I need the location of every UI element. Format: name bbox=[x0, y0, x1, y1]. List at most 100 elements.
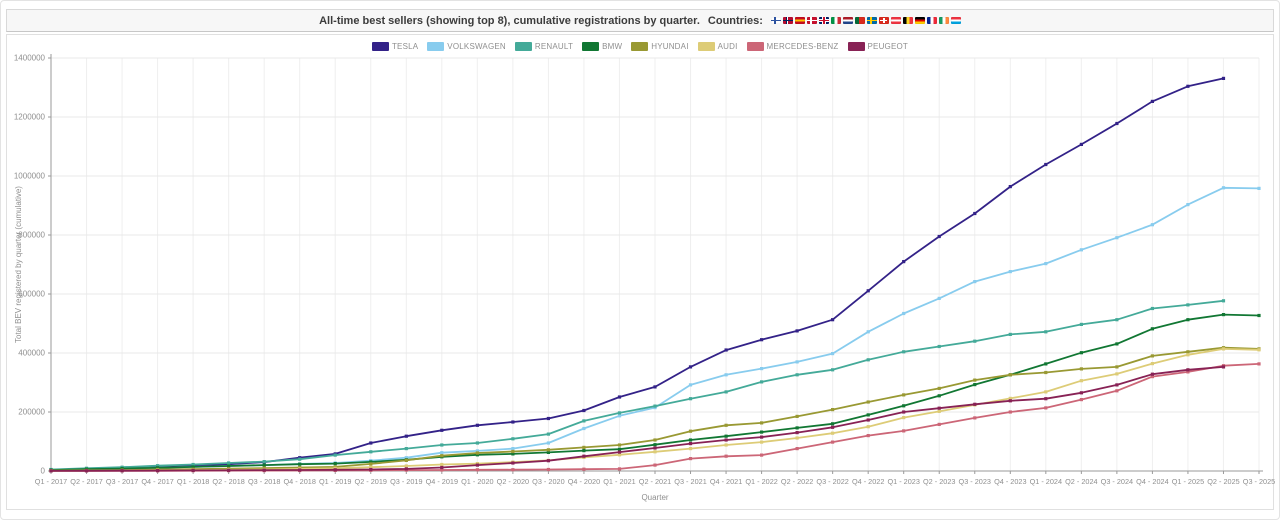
data-point[interactable] bbox=[1079, 398, 1083, 402]
data-point[interactable] bbox=[1008, 410, 1012, 414]
data-point[interactable] bbox=[760, 430, 764, 434]
data-point[interactable] bbox=[937, 386, 941, 390]
data-point[interactable] bbox=[1008, 332, 1012, 336]
data-point[interactable] bbox=[795, 431, 799, 435]
data-point[interactable] bbox=[973, 339, 977, 343]
data-point[interactable] bbox=[1008, 373, 1012, 377]
data-point[interactable] bbox=[688, 447, 693, 451]
data-point[interactable] bbox=[617, 447, 622, 451]
data-point[interactable] bbox=[760, 380, 764, 384]
data-point[interactable] bbox=[973, 383, 977, 387]
data-point[interactable] bbox=[1186, 203, 1190, 207]
data-point[interactable] bbox=[688, 442, 693, 446]
data-point[interactable] bbox=[1079, 367, 1083, 371]
data-point[interactable] bbox=[262, 463, 266, 467]
data-point[interactable] bbox=[84, 469, 89, 473]
data-point[interactable] bbox=[866, 330, 870, 334]
data-point[interactable] bbox=[511, 420, 515, 424]
data-point[interactable] bbox=[795, 436, 799, 440]
data-point[interactable] bbox=[582, 445, 586, 449]
data-point[interactable] bbox=[440, 454, 444, 458]
data-point[interactable] bbox=[227, 468, 231, 472]
data-point[interactable] bbox=[440, 465, 444, 470]
data-point[interactable] bbox=[120, 469, 124, 473]
data-point[interactable] bbox=[511, 447, 515, 451]
data-point[interactable] bbox=[724, 373, 728, 377]
data-point[interactable] bbox=[1044, 390, 1048, 394]
data-point[interactable] bbox=[1186, 353, 1190, 357]
data-point[interactable] bbox=[1079, 322, 1083, 326]
data-point[interactable] bbox=[1221, 313, 1226, 317]
data-point[interactable] bbox=[546, 467, 550, 472]
data-point[interactable] bbox=[475, 468, 479, 472]
data-point[interactable] bbox=[831, 422, 835, 426]
data-point[interactable] bbox=[760, 338, 764, 342]
data-point[interactable] bbox=[511, 437, 515, 441]
data-point[interactable] bbox=[546, 416, 550, 421]
data-point[interactable] bbox=[298, 457, 302, 461]
data-point[interactable] bbox=[440, 462, 444, 467]
data-point[interactable] bbox=[475, 423, 479, 427]
data-point[interactable] bbox=[1150, 99, 1154, 103]
data-point[interactable] bbox=[1044, 330, 1048, 334]
data-point[interactable] bbox=[1008, 399, 1012, 403]
data-point[interactable] bbox=[1115, 365, 1119, 369]
data-point[interactable] bbox=[973, 378, 977, 382]
data-point[interactable] bbox=[1150, 372, 1154, 376]
data-point[interactable] bbox=[1186, 350, 1190, 354]
data-point[interactable] bbox=[369, 467, 373, 472]
data-point[interactable] bbox=[1079, 248, 1083, 252]
data-point[interactable] bbox=[298, 468, 302, 472]
data-point[interactable] bbox=[546, 448, 550, 452]
series-renault[interactable] bbox=[49, 299, 1226, 472]
data-point[interactable] bbox=[724, 423, 728, 427]
data-point[interactable] bbox=[333, 468, 337, 472]
data-point[interactable] bbox=[1008, 270, 1012, 274]
data-point[interactable] bbox=[688, 457, 693, 461]
data-point[interactable] bbox=[582, 454, 586, 458]
data-point[interactable] bbox=[653, 450, 657, 454]
data-point[interactable] bbox=[724, 348, 728, 352]
data-point[interactable] bbox=[1115, 383, 1119, 387]
data-point[interactable] bbox=[262, 460, 266, 464]
data-point[interactable] bbox=[902, 311, 906, 316]
data-point[interactable] bbox=[617, 450, 622, 454]
data-point[interactable] bbox=[298, 462, 302, 466]
data-point[interactable] bbox=[760, 421, 764, 425]
data-point[interactable] bbox=[1150, 306, 1154, 311]
data-point[interactable] bbox=[902, 429, 906, 433]
data-point[interactable] bbox=[546, 459, 550, 463]
data-point[interactable] bbox=[688, 365, 693, 369]
data-point[interactable] bbox=[724, 390, 728, 394]
data-point[interactable] bbox=[617, 414, 622, 418]
data-point[interactable] bbox=[1186, 84, 1190, 88]
data-point[interactable] bbox=[475, 463, 479, 467]
data-point[interactable] bbox=[1150, 223, 1154, 227]
data-point[interactable] bbox=[653, 438, 657, 442]
data-point[interactable] bbox=[831, 425, 835, 429]
data-point[interactable] bbox=[760, 440, 764, 444]
data-point[interactable] bbox=[937, 344, 941, 349]
data-point[interactable] bbox=[404, 458, 408, 462]
data-point[interactable] bbox=[688, 429, 693, 433]
data-point[interactable] bbox=[1115, 389, 1119, 393]
line-chart[interactable]: 0200000400000600000800000100000012000001… bbox=[7, 35, 1275, 508]
data-point[interactable] bbox=[582, 419, 586, 423]
data-point[interactable] bbox=[404, 467, 408, 471]
data-point[interactable] bbox=[440, 428, 444, 432]
data-point[interactable] bbox=[866, 400, 870, 404]
data-point[interactable] bbox=[1221, 186, 1226, 190]
data-point[interactable] bbox=[653, 404, 657, 408]
data-point[interactable] bbox=[866, 425, 870, 429]
data-point[interactable] bbox=[937, 296, 941, 300]
data-point[interactable] bbox=[369, 462, 373, 466]
data-point[interactable] bbox=[404, 447, 408, 451]
data-point[interactable] bbox=[1079, 142, 1083, 146]
data-point[interactable] bbox=[546, 432, 550, 436]
data-point[interactable] bbox=[973, 280, 977, 284]
data-point[interactable] bbox=[49, 469, 53, 473]
data-point[interactable] bbox=[227, 461, 231, 465]
data-point[interactable] bbox=[404, 464, 408, 468]
data-point[interactable] bbox=[688, 383, 693, 387]
data-point[interactable] bbox=[1115, 372, 1119, 376]
